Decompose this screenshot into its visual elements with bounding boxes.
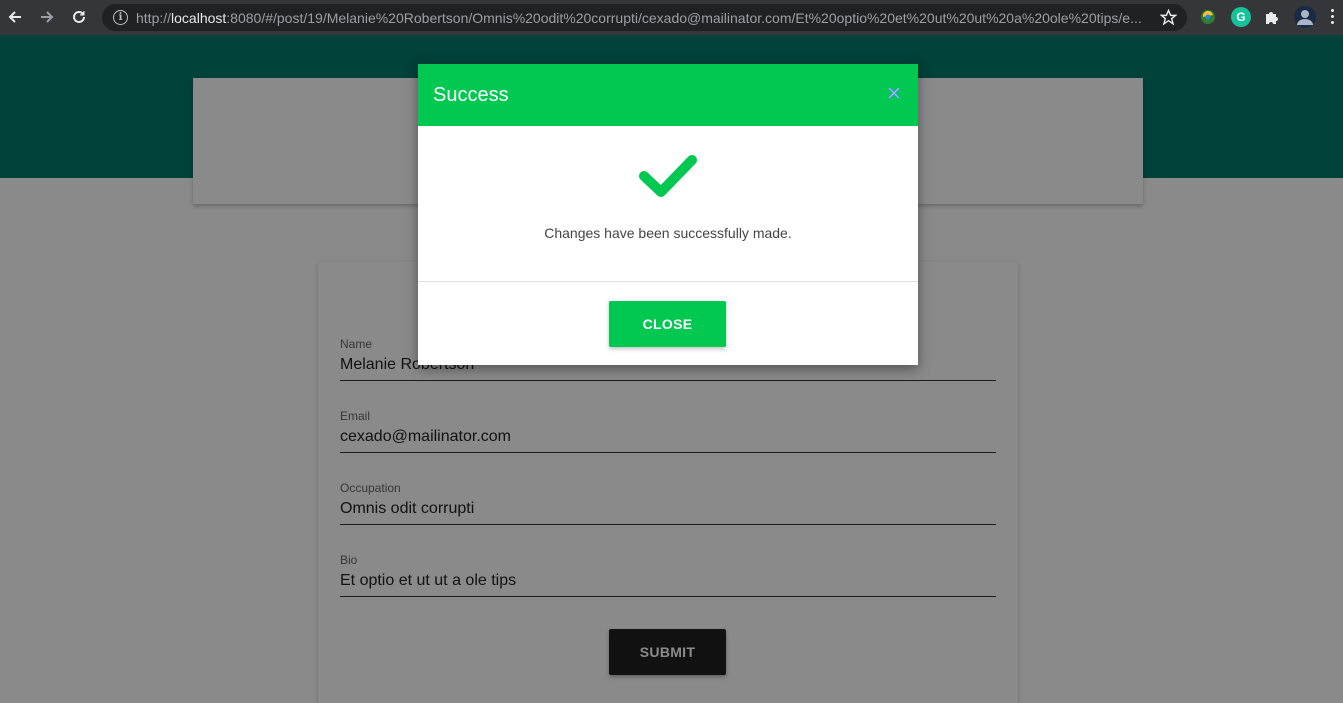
url-host: localhost <box>171 9 227 26</box>
url-rest: :8080/#/post/19/Melanie%20Robertson/Omni… <box>226 9 1142 26</box>
kebab-menu-icon[interactable] <box>1331 9 1335 24</box>
puzzle-icon[interactable] <box>1262 7 1282 27</box>
dialog-header: Success <box>418 64 918 126</box>
extension-icon[interactable] <box>1198 7 1218 27</box>
address-bar[interactable]: i http://localhost:8080/#/post/19/Melani… <box>102 4 1187 31</box>
star-icon[interactable] <box>1159 8 1178 31</box>
avatar[interactable] <box>1294 6 1316 28</box>
url-prefix: http:// <box>136 9 172 26</box>
checkmark-icon <box>639 154 697 205</box>
info-icon[interactable]: i <box>113 10 128 25</box>
close-button[interactable]: CLOSE <box>609 301 726 347</box>
dialog-footer: CLOSE <box>418 282 918 365</box>
dialog-body: Changes have been successfully made. <box>418 126 918 282</box>
close-x-icon[interactable] <box>885 84 903 102</box>
back-arrow-icon[interactable] <box>3 5 27 29</box>
grammarly-icon[interactable]: G <box>1231 7 1251 27</box>
dialog-title: Success <box>433 83 509 106</box>
reload-icon[interactable] <box>67 5 91 29</box>
forward-arrow-icon[interactable] <box>35 5 59 29</box>
success-dialog: Success Changes have been successfully m… <box>418 64 918 365</box>
dialog-message: Changes have been successfully made. <box>544 225 792 241</box>
browser-toolbar: i http://localhost:8080/#/post/19/Melani… <box>0 0 1343 35</box>
url-text[interactable]: http://localhost:8080/#/post/19/Melanie%… <box>136 10 1146 26</box>
